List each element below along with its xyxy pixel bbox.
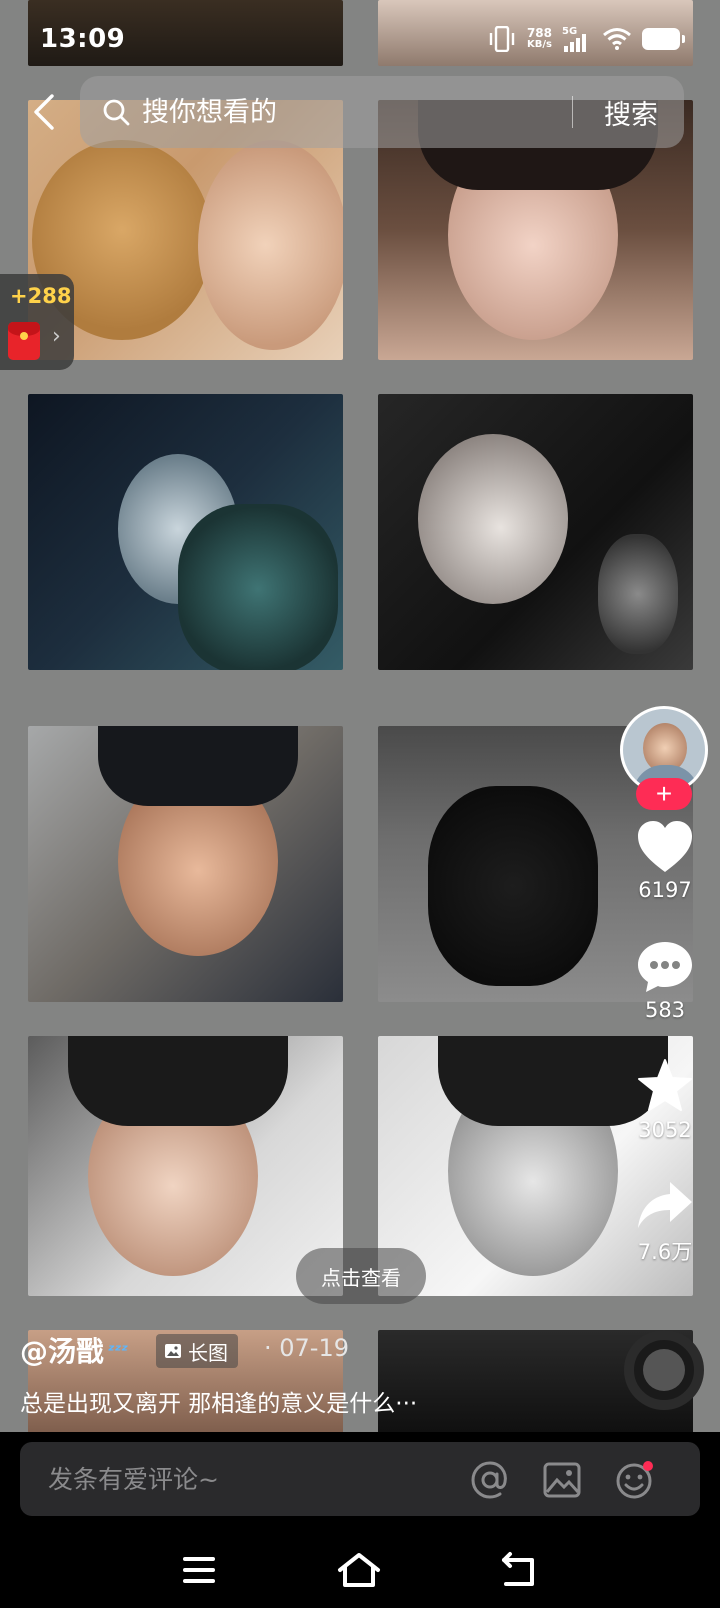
vibrate-icon <box>489 26 515 52</box>
music-disc-icon[interactable] <box>624 1330 704 1410</box>
search-bar[interactable]: 搜索 <box>80 76 684 148</box>
image-icon <box>165 1344 181 1358</box>
search-input[interactable] <box>142 90 542 134</box>
like-button[interactable]: 6197 <box>630 820 700 902</box>
battery-icon <box>642 28 685 50</box>
photo-tile <box>28 394 343 670</box>
photo-tile <box>28 726 343 1002</box>
post-description[interactable]: 总是出现又离开 那相逢的意义是什么··· <box>20 1384 417 1418</box>
comment-input[interactable] <box>48 1458 448 1500</box>
status-time: 13:09 <box>40 24 126 54</box>
red-envelope-widget[interactable]: +288 › <box>0 274 74 370</box>
star-icon <box>638 1059 692 1111</box>
system-nav-bar <box>0 1536 720 1608</box>
home-icon[interactable] <box>336 1550 382 1590</box>
comment-bar <box>20 1442 700 1516</box>
signal-5g-icon: 5G <box>562 26 592 52</box>
sleep-emoji: ᶻᶻᶻ <box>108 1340 129 1360</box>
network-speed: 788 KB/s <box>526 26 552 50</box>
back-nav-icon[interactable] <box>496 1550 542 1590</box>
like-count: 6197 <box>638 878 692 902</box>
at-icon[interactable] <box>470 1460 510 1500</box>
long-image-tag: 长图 <box>156 1334 238 1368</box>
emoji-icon[interactable] <box>614 1460 654 1500</box>
comment-count: 583 <box>644 998 686 1022</box>
share-button[interactable]: 7.6万 <box>630 1178 700 1266</box>
photo-tile <box>28 1036 343 1296</box>
post-date: · 07-19 <box>264 1334 349 1362</box>
back-icon[interactable] <box>26 92 66 132</box>
search-icon <box>103 99 130 126</box>
author-name[interactable]: @汤戬 ᶻᶻᶻ <box>20 1330 128 1370</box>
favorite-count: 3052 <box>638 1118 692 1142</box>
image-icon[interactable] <box>542 1460 582 1500</box>
photo-collage[interactable] <box>0 0 720 1432</box>
comment-button[interactable]: 583 <box>630 940 700 1022</box>
share-count: 7.6万 <box>637 1240 693 1264</box>
photo-tile <box>378 394 693 670</box>
red-envelope-icon <box>8 322 40 360</box>
menu-icon[interactable] <box>176 1550 222 1590</box>
favorite-button[interactable]: 3052 <box>630 1058 700 1142</box>
share-icon <box>638 1182 692 1228</box>
view-image-button[interactable]: 点击查看 <box>296 1248 426 1304</box>
bonus-points: +288 <box>10 284 72 308</box>
chevron-right-icon: › <box>52 324 61 349</box>
search-divider <box>572 96 573 128</box>
comment-icon <box>638 942 692 992</box>
search-button[interactable]: 搜索 <box>583 90 679 134</box>
status-bar: 13:09 788 KB/s 5G <box>0 0 720 82</box>
heart-icon <box>638 821 692 872</box>
follow-button[interactable]: + <box>636 778 692 810</box>
wifi-icon <box>603 28 631 50</box>
